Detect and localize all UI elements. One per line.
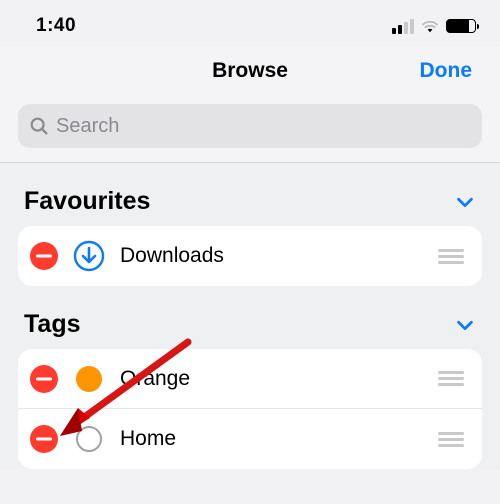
reorder-handle-icon[interactable]	[438, 249, 472, 264]
battery-icon	[446, 19, 476, 33]
download-icon	[72, 239, 106, 273]
reorder-handle-icon[interactable]	[438, 371, 472, 386]
page-title: Browse	[212, 59, 288, 83]
search-wrap: Search	[0, 96, 500, 162]
tag-color-icon	[72, 362, 106, 396]
chevron-down-icon	[454, 314, 476, 336]
remove-button[interactable]	[30, 425, 58, 453]
section-header-favourites[interactable]: Favourites	[18, 163, 482, 226]
search-input[interactable]: Search	[18, 104, 482, 148]
cell-signal-icon	[392, 19, 414, 34]
remove-button[interactable]	[30, 242, 58, 270]
reorder-handle-icon[interactable]	[438, 432, 472, 447]
section-title: Tags	[24, 310, 81, 339]
wifi-icon	[420, 19, 440, 33]
tag-empty-icon	[72, 422, 106, 456]
section-header-tags[interactable]: Tags	[18, 286, 482, 349]
list-item[interactable]: Home	[18, 409, 482, 469]
favourites-card: Downloads	[18, 226, 482, 286]
section-title: Favourites	[24, 187, 150, 216]
status-time: 1:40	[36, 15, 76, 37]
row-label: Orange	[120, 367, 424, 391]
nav-bar: Browse Done	[0, 46, 500, 96]
chevron-down-icon	[454, 191, 476, 213]
done-button[interactable]: Done	[420, 59, 473, 83]
search-icon	[28, 115, 50, 137]
row-label: Downloads	[120, 244, 424, 268]
search-placeholder: Search	[56, 115, 119, 138]
list-item[interactable]: Orange	[18, 349, 482, 409]
row-label: Home	[120, 427, 424, 451]
remove-button[interactable]	[30, 365, 58, 393]
status-bar: 1:40	[0, 0, 500, 46]
list-item[interactable]: Downloads	[18, 226, 482, 286]
status-icons	[392, 19, 476, 34]
tags-card: Orange Home	[18, 349, 482, 469]
content: Favourites Downloads Tags	[0, 163, 500, 469]
